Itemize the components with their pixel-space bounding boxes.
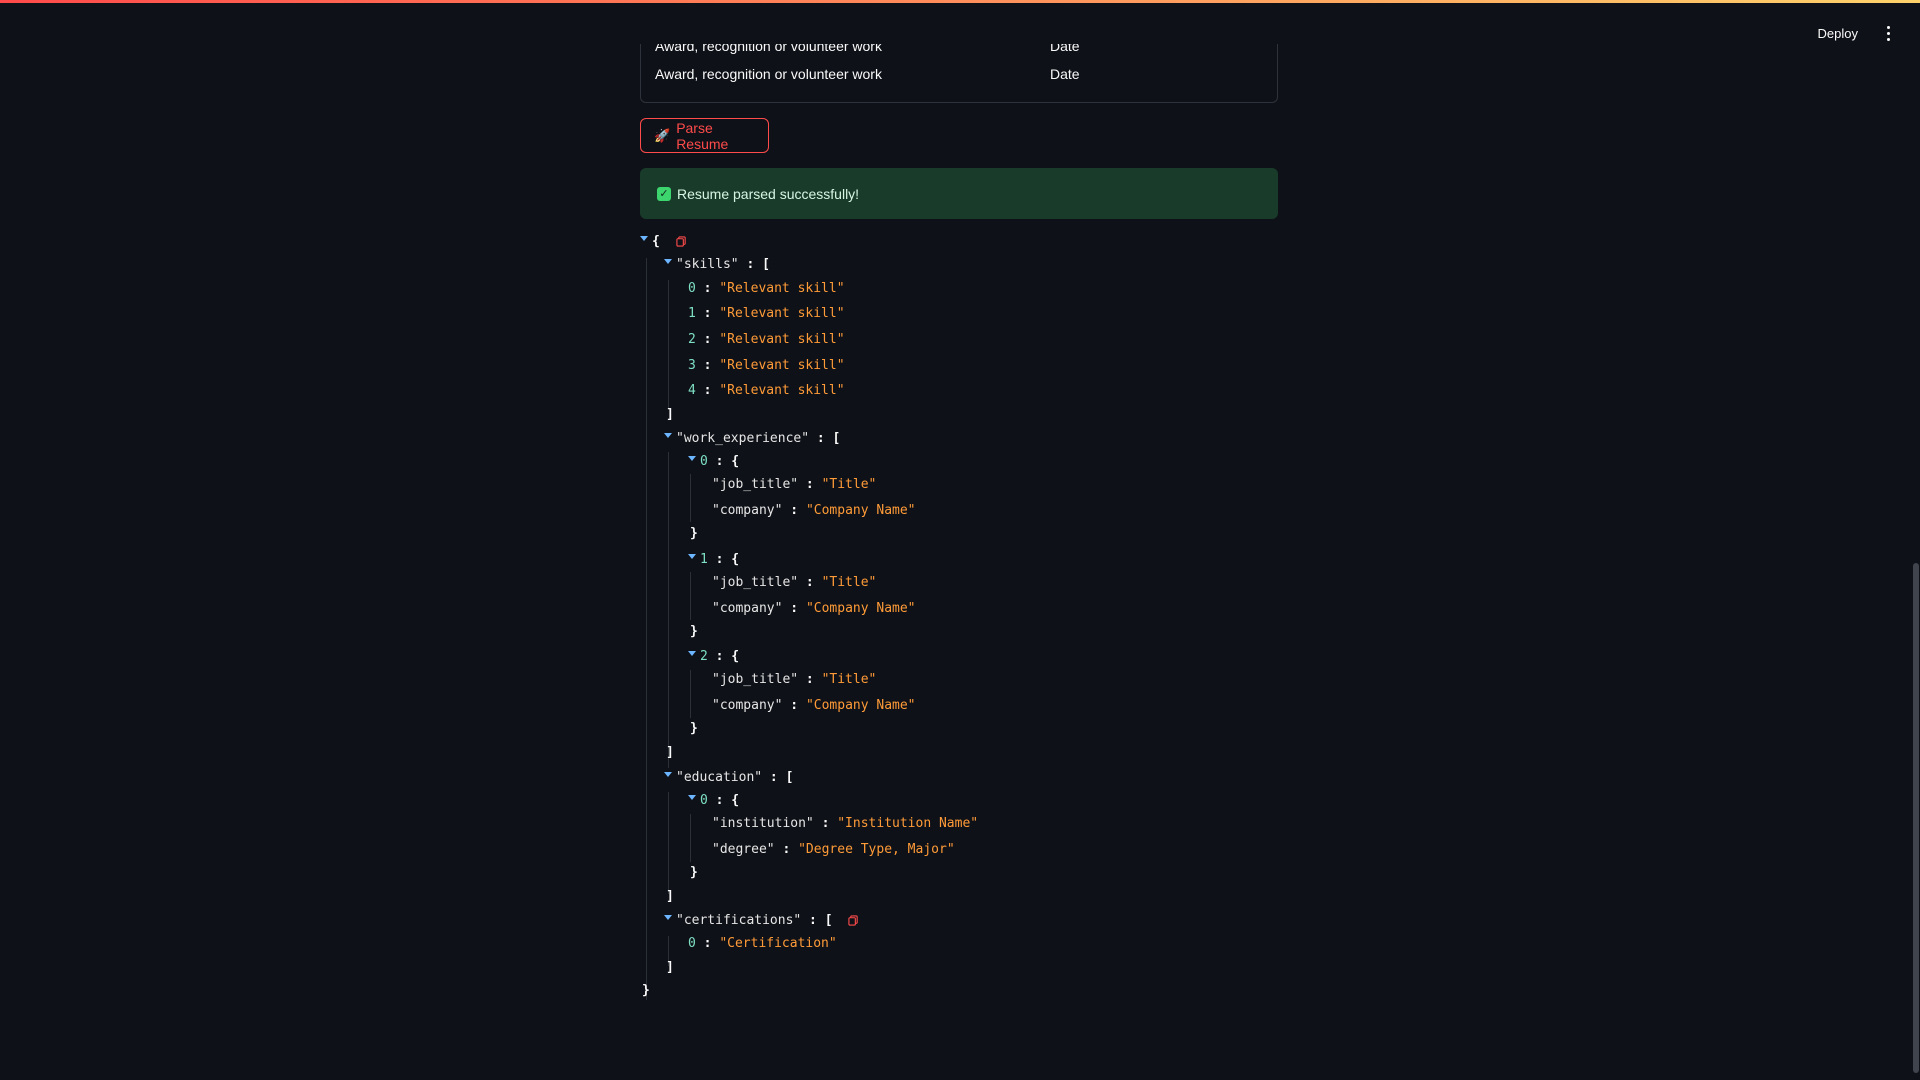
indent-guide — [668, 452, 669, 768]
json-key-line: "skills" : [ — [664, 255, 770, 275]
json-object-line: 0 : { — [688, 791, 739, 811]
success-message: Resume parsed successfully! — [677, 185, 860, 202]
top-decoration-bar — [0, 0, 1920, 3]
json-bracket: ] — [666, 960, 674, 975]
json-value: "Degree Type, Major" — [798, 842, 955, 857]
table-cell-item: Award, recognition or volunteer work — [655, 66, 882, 82]
json-value: "Relevant skill" — [719, 281, 845, 296]
deploy-button[interactable]: Deploy — [1818, 24, 1858, 44]
table-cell-date: Date — [1050, 44, 1080, 54]
collapse-toggle-icon[interactable] — [688, 651, 696, 656]
json-value: "Title" — [821, 575, 877, 590]
scrollbar-thumb[interactable] — [1913, 563, 1919, 1073]
parse-resume-label: Parse Resume — [676, 119, 729, 152]
json-value: "Relevant skill" — [719, 332, 845, 347]
json-root-line: { — [640, 232, 687, 252]
json-field: "company" : "Company Name" — [712, 601, 916, 616]
json-object-line: 0 : { — [688, 452, 739, 472]
json-value: "Company Name" — [805, 601, 916, 616]
json-field: "company" : "Company Name" — [712, 698, 916, 713]
json-bracket: } — [690, 721, 698, 736]
json-value: "Company Name" — [805, 503, 916, 518]
json-array-item: 4 : "Relevant skill" — [688, 383, 845, 398]
collapse-toggle-icon[interactable] — [664, 915, 672, 920]
indent-guide — [690, 814, 691, 862]
awards-table: Award, recognition or volunteer work Dat… — [640, 44, 1278, 103]
json-bracket: } — [642, 983, 650, 998]
json-value: "Relevant skill" — [719, 383, 845, 398]
main-menu-icon[interactable] — [1882, 22, 1894, 44]
table-cell-date: Date — [1050, 66, 1080, 82]
indent-guide — [690, 474, 691, 522]
collapse-toggle-icon[interactable] — [664, 259, 672, 264]
json-object-line: 2 : { — [688, 647, 739, 667]
json-value: "Certification" — [719, 936, 837, 951]
copy-icon[interactable] — [676, 236, 687, 247]
scrollbar[interactable] — [1912, 3, 1920, 1080]
indent-guide — [690, 670, 691, 718]
json-bracket: ] — [666, 745, 674, 760]
json-array-item: 2 : "Relevant skill" — [688, 332, 845, 347]
indent-guide — [646, 258, 647, 1000]
json-field: "company" : "Company Name" — [712, 503, 916, 518]
check-icon: ✓ — [657, 186, 671, 201]
json-value: "Title" — [821, 672, 877, 687]
json-bracket: } — [690, 865, 698, 880]
success-alert: ✓ Resume parsed successfully! — [640, 168, 1278, 219]
json-bracket: } — [690, 526, 698, 541]
json-array-item: 1 : "Relevant skill" — [688, 306, 845, 321]
json-value: "Company Name" — [805, 698, 916, 713]
indent-guide — [668, 792, 669, 894]
json-field: "degree" : "Degree Type, Major" — [712, 842, 955, 857]
table-cell-item: Award, recognition or volunteer work — [655, 44, 882, 54]
indent-guide — [690, 572, 691, 620]
json-bracket: ] — [666, 889, 674, 904]
json-bracket: } — [690, 624, 698, 639]
collapse-toggle-icon[interactable] — [688, 456, 696, 461]
json-field: "job_title" : "Title" — [712, 672, 877, 687]
json-bracket: ] — [666, 407, 674, 422]
json-key: "certifications" — [676, 913, 802, 928]
parse-resume-button[interactable]: 🚀 Parse Resume — [640, 118, 769, 153]
json-field: "job_title" : "Title" — [712, 477, 877, 492]
collapse-toggle-icon[interactable] — [688, 795, 696, 800]
json-value: "Relevant skill" — [719, 306, 845, 321]
rocket-icon: 🚀 — [654, 127, 671, 143]
collapse-toggle-icon[interactable] — [664, 772, 672, 777]
json-array-item: 3 : "Relevant skill" — [688, 358, 845, 373]
json-value: "Title" — [821, 477, 877, 492]
json-key: "work_experience" — [676, 431, 810, 446]
json-key: "skills" — [676, 257, 739, 272]
json-key-line: "work_experience" : [ — [664, 429, 840, 449]
collapse-toggle-icon[interactable] — [640, 236, 648, 241]
json-field: "job_title" : "Title" — [712, 575, 877, 590]
collapse-toggle-icon[interactable] — [688, 554, 696, 559]
json-object-line: 1 : { — [688, 550, 739, 570]
json-array-item: 0 : "Relevant skill" — [688, 281, 845, 296]
copy-icon[interactable] — [848, 915, 859, 926]
indent-guide — [668, 280, 669, 408]
json-key: "education" — [676, 770, 763, 785]
json-array-item: 0 : "Certification" — [688, 936, 837, 951]
json-value: "Relevant skill" — [719, 358, 845, 373]
json-key-line: "certifications" : [ — [664, 911, 859, 931]
json-key-line: "education" : [ — [664, 768, 793, 788]
json-field: "institution" : "Institution Name" — [712, 816, 979, 831]
json-value: "Institution Name" — [837, 816, 979, 831]
collapse-toggle-icon[interactable] — [664, 433, 672, 438]
